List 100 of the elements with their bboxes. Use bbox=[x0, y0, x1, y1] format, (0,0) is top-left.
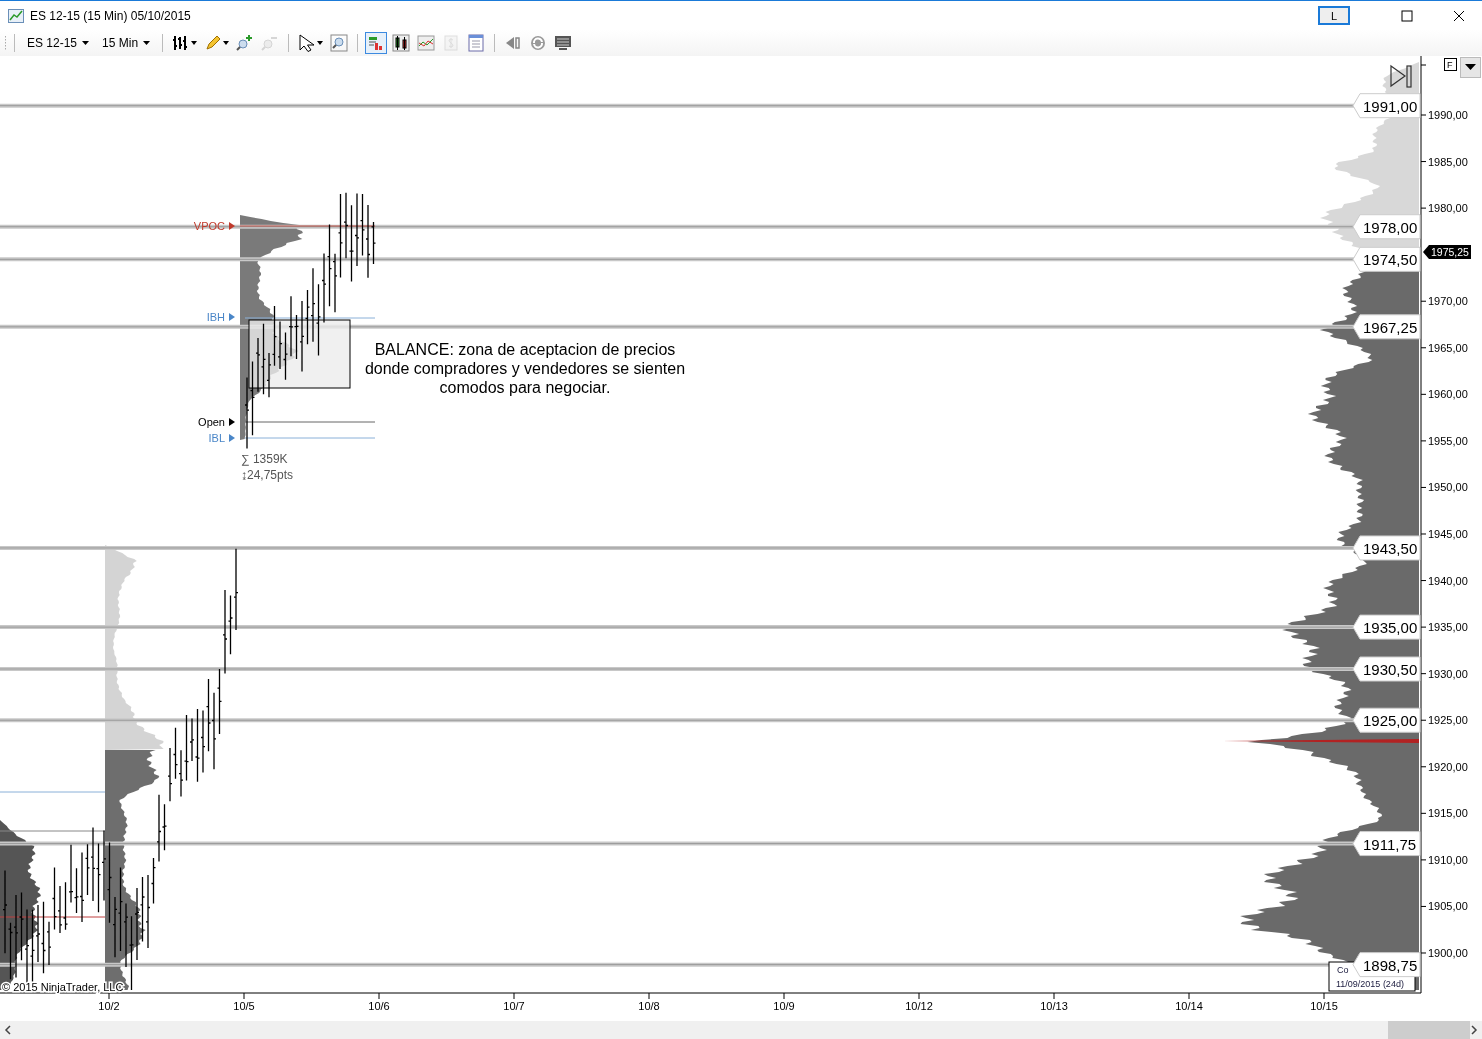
price-level-tag: 1991,00 bbox=[1352, 93, 1421, 119]
tick-mark bbox=[378, 992, 380, 1000]
axis-label: 1945,00 bbox=[1428, 528, 1468, 540]
profile-stat: ∑ 1359K bbox=[241, 452, 288, 466]
tick-mark bbox=[918, 992, 920, 1000]
price-level-tag: 1974,50 bbox=[1352, 246, 1421, 272]
cursor-tool[interactable] bbox=[296, 32, 326, 54]
tick-mark bbox=[1420, 300, 1427, 302]
instrument-dropdown[interactable]: ES 12-15 bbox=[22, 36, 95, 50]
zoom-out-icon bbox=[261, 34, 280, 52]
axis-label: 1950,00 bbox=[1428, 481, 1468, 494]
price-level-tag: 1898,75 bbox=[1352, 952, 1421, 978]
axis-label: 1900,00 bbox=[1428, 947, 1468, 959]
tick-mark bbox=[1420, 580, 1427, 582]
f-button[interactable]: F bbox=[1444, 58, 1457, 71]
axis-label: 1965,00 bbox=[1428, 341, 1468, 354]
monitor-icon bbox=[554, 34, 573, 52]
price-level-tag: 1935,00 bbox=[1352, 614, 1421, 640]
axis-label: 10/8 bbox=[638, 1000, 660, 1012]
tick-mark bbox=[1420, 626, 1427, 628]
zoom-in-icon bbox=[236, 34, 255, 52]
tick-mark bbox=[1053, 992, 1055, 1000]
current-price-tag: 1975,25 bbox=[1423, 245, 1471, 259]
axis-label: 1970,00 bbox=[1428, 295, 1468, 308]
price-level-tag: 1930,50 bbox=[1352, 656, 1421, 682]
axis-label: 1960,00 bbox=[1428, 388, 1468, 401]
window-title: ES 12-15 (15 Min) 05/10/2015 bbox=[30, 8, 191, 23]
axis-label: 1915,00 bbox=[1428, 807, 1468, 820]
scroll-right-icon[interactable] bbox=[1470, 1025, 1478, 1035]
caret-icon bbox=[143, 41, 151, 45]
tick-mark bbox=[1420, 64, 1427, 66]
line-chart-icon bbox=[417, 34, 436, 52]
tick-mark bbox=[648, 992, 650, 1000]
maximize-icon[interactable] bbox=[1401, 9, 1413, 22]
scroll-left-icon[interactable] bbox=[4, 1025, 12, 1035]
scrollbar-thumb[interactable] bbox=[1388, 1021, 1470, 1039]
tick-mark bbox=[1420, 440, 1427, 442]
axis-label: 1910,00 bbox=[1428, 853, 1468, 866]
pencil-icon bbox=[204, 34, 223, 52]
axis-label: 1905,00 bbox=[1428, 900, 1468, 913]
annotation-text: BALANCE: zona de aceptacion de precios donde compradores y vendedores se sienten comodos para negociar. bbox=[363, 340, 687, 397]
refresh-icon bbox=[529, 34, 548, 52]
interval-dropdown[interactable]: 15 Min bbox=[97, 36, 156, 50]
tick-mark bbox=[1420, 719, 1427, 721]
axis-label: 1935,00 bbox=[1428, 621, 1468, 634]
rewind-icon bbox=[504, 34, 523, 52]
tick-mark bbox=[1420, 766, 1427, 768]
magnifier-icon bbox=[330, 34, 349, 52]
tick-mark bbox=[1420, 952, 1427, 954]
tick-mark bbox=[513, 992, 515, 1000]
chart-icon bbox=[8, 8, 24, 23]
dropdown-button[interactable] bbox=[1460, 57, 1481, 78]
axis-label: 1980,00 bbox=[1428, 202, 1468, 215]
axis-label: 10/2 bbox=[98, 1000, 120, 1012]
axis-label: 1955,00 bbox=[1428, 434, 1468, 447]
axis-label: 1990,00 bbox=[1428, 109, 1468, 121]
caret-icon bbox=[82, 41, 90, 45]
axis-label: 10/7 bbox=[503, 1000, 525, 1012]
axis-label: 10/14 bbox=[1175, 1000, 1203, 1012]
cursor-icon bbox=[298, 34, 317, 52]
tick-mark bbox=[1420, 905, 1427, 907]
tick-mark bbox=[1420, 207, 1427, 209]
close-icon[interactable] bbox=[1453, 9, 1465, 22]
axis-label: 1920,00 bbox=[1428, 760, 1468, 773]
line-chart-tool[interactable] bbox=[415, 32, 438, 54]
axis-label: 10/6 bbox=[368, 1000, 390, 1012]
tick-mark bbox=[1420, 673, 1427, 675]
axis-label: 10/5 bbox=[233, 1000, 255, 1012]
profile-stat: ↨24,75pts bbox=[241, 468, 294, 482]
tick-mark bbox=[783, 992, 785, 1000]
tick-mark bbox=[1420, 486, 1427, 488]
price-level-tag: 1911,75 bbox=[1352, 831, 1421, 857]
candles-tool[interactable] bbox=[390, 32, 413, 54]
price-level-tag: 1978,00 bbox=[1352, 214, 1421, 240]
dollar-icon bbox=[442, 34, 461, 52]
layout-button[interactable]: L bbox=[1318, 6, 1350, 25]
axis-label: 10/13 bbox=[1040, 1000, 1068, 1012]
price-level-tag: 1967,25 bbox=[1352, 314, 1421, 340]
skip-to-end-icon[interactable] bbox=[1390, 64, 1412, 88]
candlestick-icon bbox=[392, 34, 411, 52]
tick-mark bbox=[1420, 347, 1427, 349]
price-level-tag: 1943,50 bbox=[1352, 535, 1421, 561]
tick-mark bbox=[1188, 992, 1190, 1000]
tick-mark bbox=[243, 992, 245, 1000]
tick-mark bbox=[1323, 992, 1325, 1000]
tick-mark bbox=[1420, 859, 1427, 861]
tick-mark bbox=[1420, 393, 1427, 395]
axis-label: 1925,00 bbox=[1428, 714, 1468, 727]
axis-label: 10/15 bbox=[1310, 1000, 1338, 1012]
axis-label: 10/12 bbox=[905, 1000, 933, 1012]
tick-mark bbox=[1420, 533, 1427, 535]
axis-label: 10/9 bbox=[773, 1000, 795, 1012]
data-box-tool[interactable] bbox=[365, 32, 388, 54]
price-level-tag: 1925,00 bbox=[1352, 707, 1421, 733]
axis-label: 1940,00 bbox=[1428, 574, 1468, 587]
tick-mark bbox=[1420, 161, 1427, 163]
grip-icon bbox=[4, 35, 7, 51]
axis-label: 1985,00 bbox=[1428, 155, 1468, 168]
zoom-box-tool[interactable] bbox=[328, 32, 351, 54]
window-icon bbox=[467, 34, 486, 52]
